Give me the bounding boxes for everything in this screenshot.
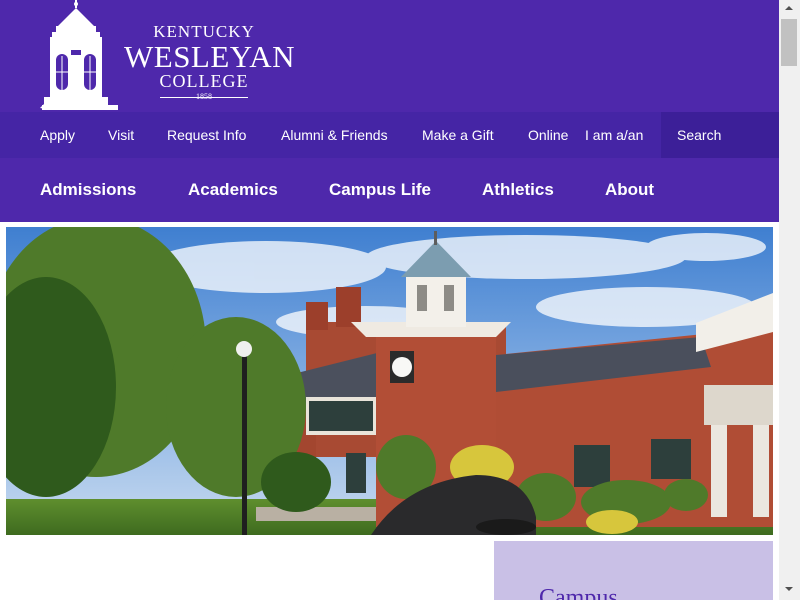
logo-college: COLLEGE [159, 71, 249, 91]
side-card[interactable]: Campus [494, 541, 773, 600]
logo-year: 1858 [124, 90, 284, 104]
nav-athletics[interactable]: Athletics [482, 158, 554, 222]
nav-campus-life[interactable]: Campus Life [329, 158, 431, 222]
scroll-down-arrow-icon [785, 587, 793, 591]
nav-admissions[interactable]: Admissions [40, 158, 136, 222]
utility-visit-link[interactable]: Visit [108, 112, 134, 158]
utility-i-am-dropdown[interactable]: I am a/an [585, 112, 643, 158]
main-nav: Admissions Academics Campus Life Athleti… [0, 158, 779, 222]
utility-apply-link[interactable]: Apply [40, 112, 75, 158]
vertical-scrollbar[interactable] [779, 0, 800, 600]
college-logo[interactable]: KENTUCKY WESLEYAN COLLEGE 1858 [38, 0, 296, 112]
scroll-down-button[interactable] [779, 580, 800, 597]
utility-nav: Apply Visit Request Info Alumni & Friend… [0, 112, 779, 158]
cupola-tower-icon [40, 0, 118, 110]
site-header: KENTUCKY WESLEYAN COLLEGE 1858 Apply Vis… [0, 0, 779, 222]
utility-alumni-friends-link[interactable]: Alumni & Friends [281, 112, 388, 158]
logo-wesleyan: WESLEYAN [124, 39, 296, 74]
side-card-title: Campus [539, 585, 618, 600]
utility-online-link[interactable]: Online [528, 112, 568, 158]
scroll-up-button[interactable] [779, 0, 800, 17]
scroll-up-arrow-icon [785, 6, 793, 10]
utility-make-a-gift-link[interactable]: Make a Gift [422, 112, 494, 158]
utility-request-info-link[interactable]: Request Info [167, 112, 246, 158]
nav-academics[interactable]: Academics [188, 158, 278, 222]
utility-search-link[interactable]: Search [677, 112, 721, 158]
campus-building-photo [6, 227, 773, 535]
page: KENTUCKY WESLEYAN COLLEGE 1858 Apply Vis… [0, 0, 779, 600]
scroll-thumb[interactable] [781, 19, 797, 66]
hero-image [6, 227, 773, 535]
logo-wordmark: KENTUCKY WESLEYAN COLLEGE 1858 [124, 22, 296, 104]
nav-about[interactable]: About [605, 158, 654, 222]
